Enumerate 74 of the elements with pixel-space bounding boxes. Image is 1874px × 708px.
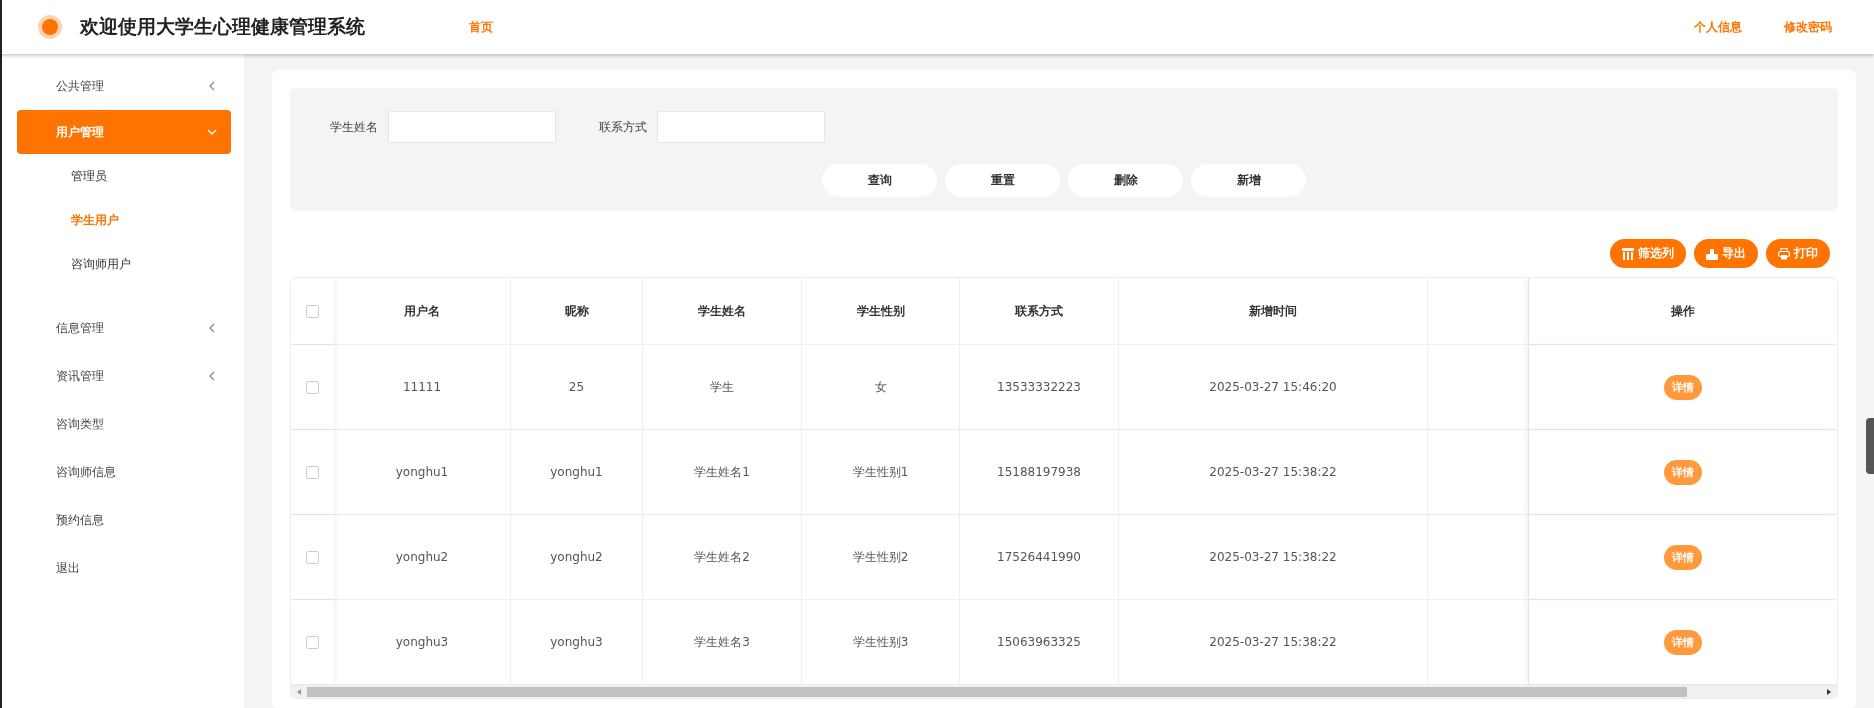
column-header: 操作 xyxy=(1529,278,1837,344)
checkbox[interactable] xyxy=(306,304,319,318)
table-cell: yonghu1 xyxy=(511,430,643,514)
chevron-down-icon xyxy=(207,127,217,137)
sidebar-label: 公共管理 xyxy=(56,77,104,95)
table-cell: yonghu1 xyxy=(334,430,511,514)
table-cell: 2025-03-27 15:46:20 xyxy=(1119,345,1428,429)
sidebar-item[interactable]: 咨询师信息 xyxy=(17,448,231,496)
table-cell: 2025-03-27 15:38:22 xyxy=(1119,600,1428,684)
sidebar-item[interactable]: 资讯管理 xyxy=(17,352,231,400)
sidebar-label: 咨询师信息 xyxy=(56,463,116,481)
app-title: 欢迎使用大学生心理健康管理系统 xyxy=(80,14,365,39)
print-icon xyxy=(1778,247,1790,260)
sidebar-label: 信息管理 xyxy=(56,319,104,337)
sidebar-item[interactable]: 预约信息 xyxy=(17,496,231,544)
table-cell: 2025-03-27 15:38:22 xyxy=(1119,430,1428,514)
sidebar-label: 资讯管理 xyxy=(56,367,104,385)
table-cell: yonghu3 xyxy=(511,600,643,684)
action-button[interactable]: 删除 xyxy=(1068,164,1183,197)
table-cell: 15188197938 xyxy=(960,430,1119,514)
chevron-left-icon xyxy=(207,371,217,381)
sidebar-item[interactable]: 咨询类型 xyxy=(17,400,231,448)
table-cell: yonghu3 xyxy=(334,600,511,684)
action-button[interactable]: 查询 xyxy=(822,164,937,197)
input-field[interactable] xyxy=(388,111,556,143)
table-cell: 15063963325 xyxy=(960,600,1119,684)
action-button[interactable]: 新增 xyxy=(1191,164,1306,197)
chevron-left-icon xyxy=(207,81,217,91)
sidebar-label: 退出 xyxy=(56,559,80,577)
scrollbar-thumb[interactable] xyxy=(307,686,1687,697)
table-cell: 25 xyxy=(511,345,643,429)
sidebar-subitem[interactable]: 咨询师用户 xyxy=(2,242,244,286)
table-cell: yonghu2 xyxy=(334,515,511,599)
field-label: 联系方式 xyxy=(599,118,647,136)
column-header: 学生性别 xyxy=(802,278,960,344)
column-header: 学生姓名 xyxy=(643,278,802,344)
export-icon xyxy=(1706,247,1718,260)
checkbox[interactable] xyxy=(306,550,319,564)
table-cell: 女 xyxy=(802,345,960,429)
column-header: 新增时间 xyxy=(1119,278,1428,344)
column-header: 昵称 xyxy=(511,278,643,344)
table-cell: 学生姓名2 xyxy=(643,515,802,599)
checkbox[interactable] xyxy=(306,635,319,649)
scroll-right-icon[interactable] xyxy=(1825,687,1833,696)
logo-icon xyxy=(38,15,62,39)
scrollbar-thumb[interactable] xyxy=(1866,418,1874,474)
table-cell: 学生姓名1 xyxy=(643,430,802,514)
chevron-left-icon xyxy=(207,323,217,333)
table-cell: 学生性别2 xyxy=(802,515,960,599)
table-cell: 学生姓名3 xyxy=(643,600,802,684)
checkbox[interactable] xyxy=(306,465,319,479)
table-cell: 2025-03-27 15:38:22 xyxy=(1119,515,1428,599)
input-field[interactable] xyxy=(657,111,825,143)
column-header: 用户名 xyxy=(334,278,511,344)
scroll-left-icon[interactable] xyxy=(295,687,303,696)
columns-icon xyxy=(1622,247,1634,260)
sidebar-item[interactable]: 信息管理 xyxy=(17,304,231,352)
table-cell: 11111 xyxy=(334,345,511,429)
sidebar-item[interactable]: 公共管理 xyxy=(17,62,231,110)
table-cell: 学生性别1 xyxy=(802,430,960,514)
table-cell: yonghu2 xyxy=(511,515,643,599)
table-cell: 学生 xyxy=(643,345,802,429)
sidebar-label: 预约信息 xyxy=(56,511,104,529)
sidebar-label: 用户管理 xyxy=(56,123,104,141)
table-cell: 13533332223 xyxy=(960,345,1119,429)
table-cell: 学生性别3 xyxy=(802,600,960,684)
action-button[interactable]: 重置 xyxy=(945,164,1060,197)
sidebar-subitem[interactable]: 管理员 xyxy=(2,154,244,198)
field-label: 学生姓名 xyxy=(330,118,378,136)
sidebar-label: 咨询类型 xyxy=(56,415,104,433)
column-header: 联系方式 xyxy=(960,278,1119,344)
table-cell: 17526441990 xyxy=(960,515,1119,599)
checkbox[interactable] xyxy=(306,380,319,394)
sidebar-item[interactable]: 退出 xyxy=(17,544,231,592)
